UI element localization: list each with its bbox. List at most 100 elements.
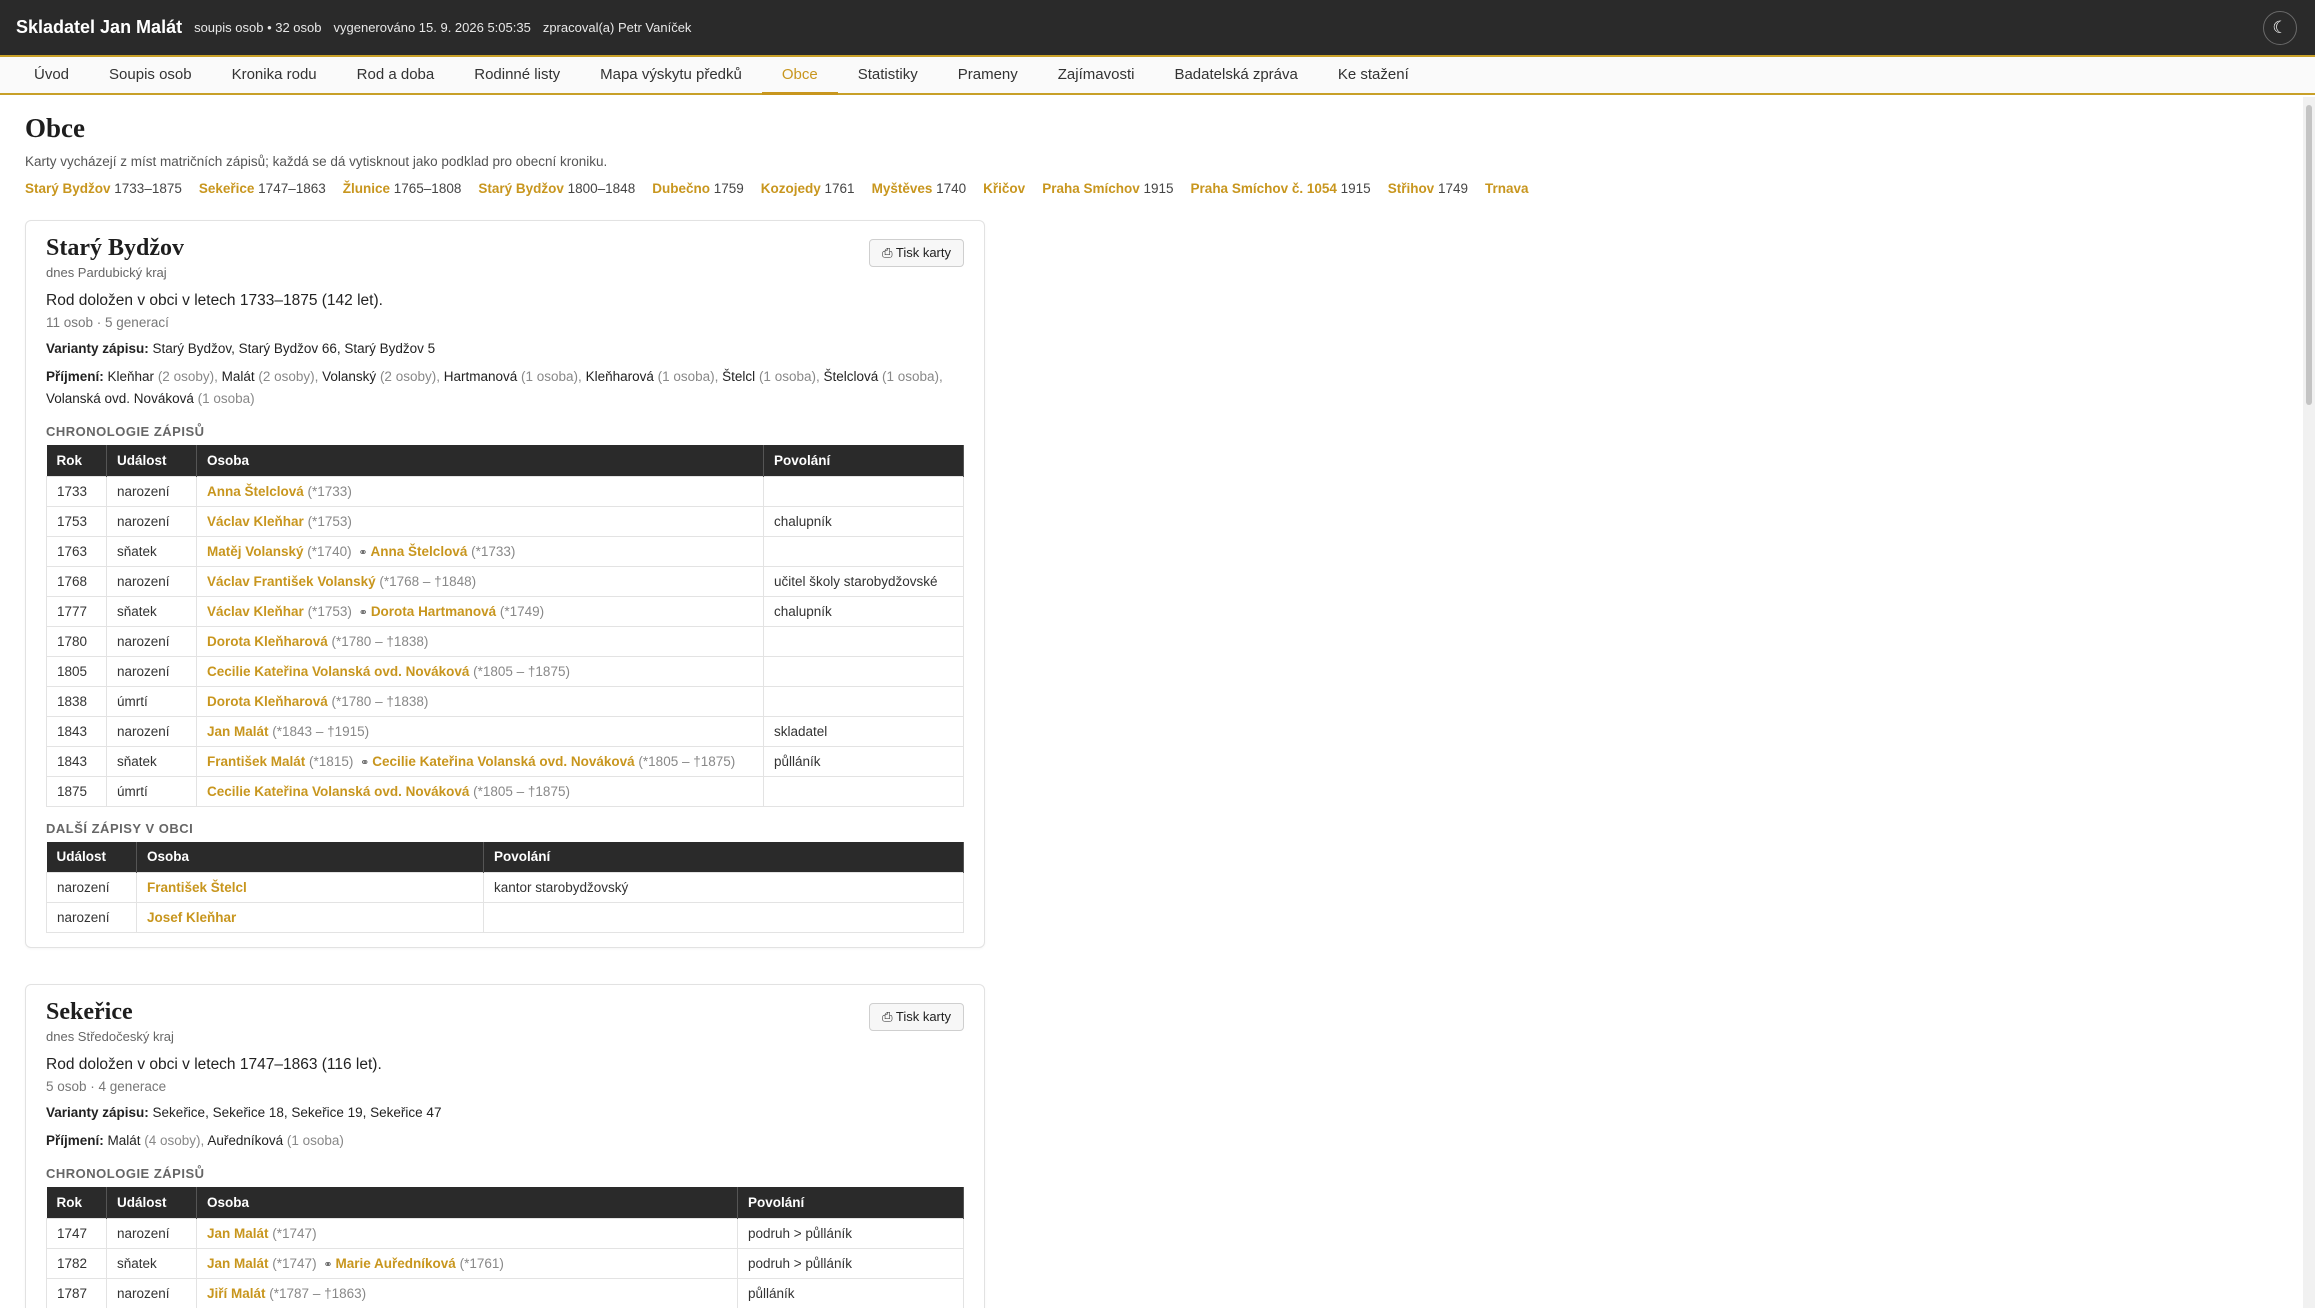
jump-link[interactable]: Praha Smíchov č. 1054 1915 [1191, 181, 1371, 196]
jump-link-name[interactable]: Sekeřice [199, 181, 255, 196]
jump-link-name[interactable]: Kozojedy [761, 181, 821, 196]
column-header: Rok [46, 445, 107, 476]
person-link[interactable]: Dorota Kleňharová [207, 694, 328, 709]
print-button-label: Tisk karty [895, 245, 951, 260]
cell-event: narození [46, 902, 137, 933]
person-link[interactable]: Cecilie Kateřina Volanská ovd. Nováková [372, 754, 634, 769]
nav-tab-kronika-rodu[interactable]: Kronika rodu [212, 57, 337, 95]
person-link[interactable]: Jan Malát [207, 724, 269, 739]
jump-link-name[interactable]: Starý Bydžov [478, 181, 564, 196]
cell-person: Cecilie Kateřina Volanská ovd. Nováková … [196, 775, 764, 807]
scrollbar[interactable] [2303, 97, 2315, 1308]
jump-link[interactable]: Dubečno 1759 [652, 181, 744, 196]
person-link[interactable]: Dorota Hartmanová [371, 604, 496, 619]
card-surnames: Příjmení: Kleňhar (2 osoby), Malát (2 os… [46, 366, 964, 410]
municipality-card: Sekeřice ⎙ Tisk karty dnes Středočeský kra… [25, 984, 985, 1308]
jump-link[interactable]: Praha Smíchov 1915 [1042, 181, 1173, 196]
jump-link[interactable]: Starý Bydžov 1800–1848 [478, 181, 635, 196]
scrollbar-thumb[interactable] [2306, 105, 2312, 405]
card-region: dnes Pardubický kraj [46, 265, 167, 280]
person-link[interactable]: Václav František Volanský [207, 574, 376, 589]
surname-name: Kleňhar [107, 369, 158, 384]
person-link[interactable]: Václav Kleňhar [207, 604, 304, 619]
print-card-button[interactable]: ⎙ Tisk karty [869, 1003, 964, 1031]
person-link[interactable]: Josef Kleňhar [147, 910, 236, 925]
surname-name: Malát [221, 369, 259, 384]
cell-occupation [763, 655, 964, 687]
nav-tab-badatelská-zpráva[interactable]: Badatelská zpráva [1154, 57, 1317, 95]
nav-tab-úvod[interactable]: Úvod [14, 57, 89, 95]
jump-link[interactable]: Sekeřice 1747–1863 [199, 181, 326, 196]
cell-person: Václav František Volanský (*1768 – †1848… [196, 565, 764, 597]
jump-link-years: 1761 [820, 181, 855, 196]
cell-event: narození [46, 872, 137, 903]
card-title: Starý Bydžov [46, 235, 184, 261]
person-link[interactable]: Matěj Volanský [207, 544, 304, 559]
jump-link-name[interactable]: Myštěves [872, 181, 933, 196]
column-header: Rok [46, 1187, 107, 1218]
person-link[interactable]: František Malát [207, 754, 305, 769]
person-link[interactable]: Jan Malát [207, 1226, 269, 1241]
jump-link-name[interactable]: Křičov [983, 181, 1025, 196]
person-link[interactable]: Anna Štelclová [207, 484, 304, 499]
other-records-body: narození František Štelcl kantor starobydž… [46, 872, 964, 933]
person-link[interactable]: Jan Malát [207, 1256, 269, 1271]
chronology-table-head: Rok Událost Osoba Povolání [46, 445, 964, 476]
jump-link-name[interactable]: Praha Smíchov [1042, 181, 1140, 196]
jump-link[interactable]: Myštěves 1740 [872, 181, 967, 196]
municipality-jump-list: Starý Bydžov 1733–1875 Sekeřice 1747–1863… [25, 181, 2285, 196]
nav-tab-mapa-výskytu-předků[interactable]: Mapa výskytu předků [580, 57, 762, 95]
cell-event: sňatek [106, 535, 197, 567]
jump-link-name[interactable]: Žlunice [343, 181, 390, 196]
jump-link[interactable]: Trnava [1485, 181, 1529, 196]
page-title: Obce [25, 113, 85, 143]
surname-count: (1 osoba), [758, 369, 824, 384]
person-dates: (*1753) [303, 513, 352, 529]
person-link[interactable]: Jiří Malát [207, 1286, 266, 1301]
nav-tab-soupis-osob[interactable]: Soupis osob [89, 57, 212, 95]
cell-occupation: podruh > půlláník [737, 1217, 964, 1249]
jump-link[interactable]: Kozojedy 1761 [761, 181, 855, 196]
nav-tab-rod-a-doba[interactable]: Rod a doba [337, 57, 455, 95]
person-link[interactable]: Anna Štelclová [371, 544, 468, 559]
jump-link[interactable]: Žlunice 1765–1808 [343, 181, 462, 196]
app-title[interactable]: Skladatel Jan Malát [16, 17, 182, 38]
chronology-heading: CHRONOLOGIE ZÁPISŮ [46, 1166, 205, 1181]
nav-tab-prameny[interactable]: Prameny [938, 57, 1038, 95]
jump-link[interactable]: Křičov [983, 181, 1025, 196]
cell-person: Josef Kleňhar [136, 902, 484, 933]
jump-link-name[interactable]: Praha Smíchov č. 1054 [1191, 181, 1337, 196]
person-link[interactable]: Václav Kleňhar [207, 514, 304, 529]
jump-link-name[interactable]: Dubečno [652, 181, 710, 196]
person-link[interactable]: František Štelcl [147, 880, 247, 895]
surname-count: (2 osoby), [379, 369, 444, 384]
surname-name: Štelclová [823, 369, 883, 384]
person-link[interactable]: Marie Auředníková [336, 1256, 456, 1271]
table-row: 1768 narození Václav František Volanský (*… [46, 565, 964, 597]
surname-count: (1 osoba), [882, 369, 943, 384]
person-link[interactable]: Cecilie Kateřina Volanská ovd. Nováková [207, 664, 469, 679]
cell-occupation: půlláník [763, 745, 964, 777]
nav-tab-obce[interactable]: Obce [761, 57, 838, 95]
person-link[interactable]: Dorota Kleňharová [207, 634, 328, 649]
cell-occupation: chalupník [763, 595, 964, 627]
jump-link[interactable]: Starý Bydžov 1733–1875 [25, 181, 182, 196]
theme-toggle-button[interactable]: ☾ [2263, 11, 2297, 45]
nav-tab-statistiky[interactable]: Statistiky [838, 57, 938, 95]
nav-tab-rodinné-listy[interactable]: Rodinné listy [454, 57, 580, 95]
jump-link-name[interactable]: Střihov [1388, 181, 1435, 196]
other-records-table: Událost Osoba Povolání narození František Št… [46, 841, 964, 933]
nav-tab-zajímavosti[interactable]: Zajímavosti [1038, 57, 1155, 95]
chronology-table-body: 1747 narození Jan Malát (*1747) podruh > p… [46, 1217, 964, 1308]
nav-tab-ke-stažení[interactable]: Ke stažení [1318, 57, 1429, 95]
print-card-button[interactable]: ⎙ Tisk karty [869, 239, 964, 267]
person-dates: (*1805 – †1875) [469, 663, 570, 679]
jump-link-years: 1733–1875 [110, 181, 182, 196]
jump-link-name[interactable]: Starý Bydžov [25, 181, 111, 196]
cell-event: narození [106, 1277, 197, 1308]
cell-occupation [763, 775, 964, 807]
jump-link[interactable]: Střihov 1749 [1388, 181, 1468, 196]
person-link[interactable]: Cecilie Kateřina Volanská ovd. Nováková [207, 784, 469, 799]
person-dates: (*1780 – †1838) [327, 633, 429, 649]
jump-link-name[interactable]: Trnava [1485, 181, 1529, 196]
